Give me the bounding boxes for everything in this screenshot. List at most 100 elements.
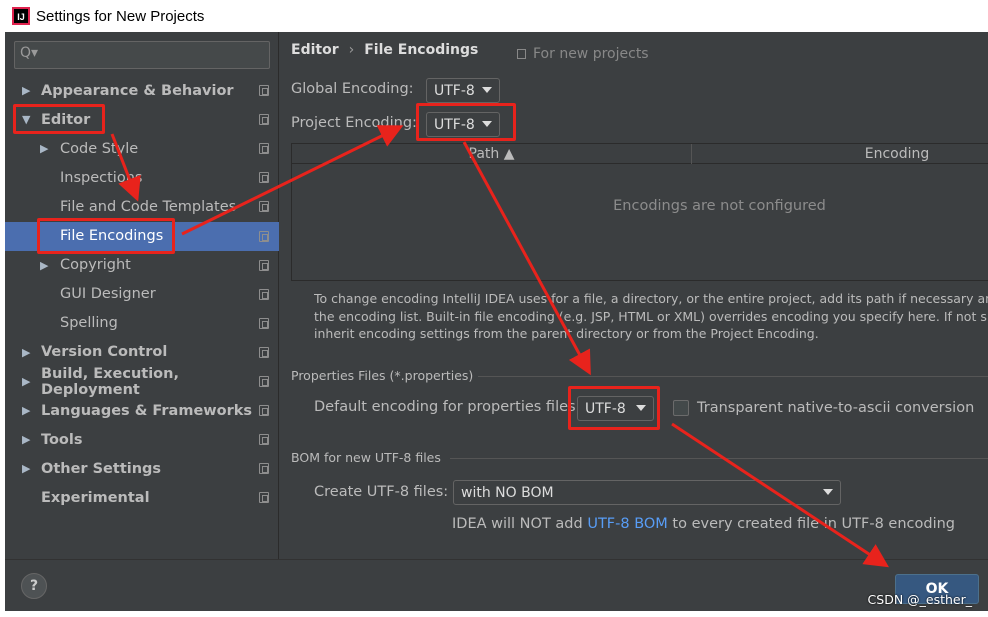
sidebar-item-gui-designer[interactable]: GUI Designer: [5, 280, 279, 309]
settings-sidebar: Q▾ ▶ Appearance & Behavior ▼ Editor ▶ Code St…: [5, 32, 279, 559]
properties-encoding-value: UTF-8: [585, 400, 626, 417]
sidebar-item-inspections[interactable]: Inspections: [5, 163, 279, 192]
bom-info-text: IDEA will NOT add UTF-8 BOM to every cre…: [452, 516, 955, 532]
help-line: the encoding list. Built-in file encodin…: [314, 308, 988, 324]
sidebar-item-build-execution-deployment[interactable]: ▶ Build, Execution, Deployment: [5, 365, 279, 398]
chevron-right-icon[interactable]: ▶: [22, 84, 34, 97]
breadcrumb-parent[interactable]: Editor: [291, 42, 339, 58]
properties-encoding-select[interactable]: UTF-8: [577, 396, 654, 421]
bom-select[interactable]: with NO BOM: [453, 480, 841, 505]
project-encoding-label: Project Encoding:: [291, 115, 417, 131]
bom-section-title: BOM for new UTF-8 files: [291, 450, 441, 465]
sidebar-item-experimental[interactable]: Experimental: [5, 483, 279, 512]
copy-scope-icon: [259, 376, 269, 387]
copy-scope-icon: [259, 492, 269, 504]
sidebar-item-version-control[interactable]: ▶ Version Control: [5, 338, 279, 367]
encoding-help-text: To change encoding IntelliJ IDEA uses fo…: [314, 290, 988, 343]
settings-dialog: Q▾ ▶ Appearance & Behavior ▼ Editor ▶ Code St…: [5, 32, 988, 611]
file-encodings-panel: Editor › File Encodings For new projects…: [280, 32, 988, 559]
sidebar-item-copyright[interactable]: ▶ Copyright: [5, 251, 279, 280]
scope-note-label: For new projects: [533, 46, 649, 62]
dialog-footer: ? OK: [5, 559, 988, 611]
sidebar-item-appearance-behavior[interactable]: ▶ Appearance & Behavior: [5, 76, 279, 105]
copy-scope-icon: [259, 85, 269, 96]
breadcrumb-current: File Encodings: [364, 42, 479, 58]
sidebar-item-editor[interactable]: ▼ Editor: [5, 105, 279, 134]
csdn-watermark: CSDN @_esther_: [867, 592, 972, 607]
chevron-right-icon[interactable]: ▶: [40, 142, 52, 155]
chevron-down-icon: [636, 405, 646, 411]
copy-scope-icon: [259, 463, 269, 475]
copy-scope-icon: [259, 259, 269, 271]
settings-search-input[interactable]: Q▾: [14, 41, 270, 69]
help-line: inherit encoding settings from the paren…: [314, 326, 819, 341]
bom-select-value: with NO BOM: [461, 484, 554, 501]
encoding-column-header[interactable]: Encoding: [692, 144, 988, 164]
chevron-right-icon[interactable]: ▶: [40, 259, 52, 272]
sidebar-item-label: Build, Execution, Deployment: [41, 365, 179, 398]
sidebar-item-file-encodings[interactable]: File Encodings: [5, 221, 279, 251]
sidebar-item-label: Languages & Frameworks: [41, 402, 253, 419]
properties-section-title: Properties Files (*.properties): [291, 368, 474, 383]
native-to-ascii-checkbox[interactable]: [673, 400, 689, 416]
sidebar-item-other-settings[interactable]: ▶ Other Settings: [5, 454, 279, 483]
global-encoding-value: UTF-8: [434, 82, 475, 99]
table-empty-text: Encodings are not configured: [613, 198, 826, 214]
sidebar-item-label: File and Code Templates: [60, 198, 237, 215]
project-encoding-value: UTF-8: [434, 116, 475, 133]
global-encoding-label: Global Encoding:: [291, 81, 414, 97]
copy-scope-icon: [259, 405, 269, 417]
sidebar-item-label: Spelling: [60, 315, 118, 332]
sidebar-item-label: Code Style: [60, 140, 139, 157]
sidebar-item-label: Editor: [41, 111, 91, 128]
chevron-right-icon[interactable]: ▶: [22, 375, 34, 388]
chevron-right-icon[interactable]: ▶: [22, 462, 34, 475]
copy-scope-icon: [259, 114, 269, 126]
utf8-bom-link[interactable]: UTF-8 BOM: [587, 516, 668, 532]
chevron-right-icon[interactable]: ▶: [22, 404, 34, 417]
path-encoding-table[interactable]: Path ▲ Encoding Encodings are not config…: [291, 143, 988, 281]
copy-scope-icon: [259, 434, 269, 446]
scope-note: For new projects: [517, 46, 649, 62]
sidebar-item-label: Other Settings: [41, 460, 162, 477]
help-button[interactable]: ?: [21, 573, 47, 599]
chevron-down-icon: [482, 87, 492, 93]
chevron-down-icon: [482, 121, 492, 127]
global-encoding-select[interactable]: UTF-8: [426, 78, 500, 103]
sidebar-item-label: Version Control: [41, 344, 168, 361]
chevron-right-icon[interactable]: ▶: [22, 433, 34, 446]
chevron-down-icon[interactable]: ▼: [22, 113, 34, 126]
sidebar-item-label: Experimental: [41, 489, 150, 506]
properties-default-label: Default encoding for properties files:: [314, 399, 581, 415]
copy-scope-icon: [259, 230, 269, 242]
search-icon: Q▾: [20, 45, 39, 61]
sidebar-item-file-and-code-templates[interactable]: File and Code Templates: [5, 192, 279, 221]
native-to-ascii-label[interactable]: Transparent native-to-ascii conversion: [697, 400, 974, 416]
intellij-app-icon: IJ: [12, 7, 30, 25]
breadcrumb-separator: ›: [348, 42, 355, 58]
sidebar-item-label: Appearance & Behavior: [41, 82, 234, 99]
sidebar-item-tools[interactable]: ▶ Tools: [5, 425, 279, 454]
section-divider: [478, 376, 988, 377]
sidebar-item-languages-frameworks[interactable]: ▶ Languages & Frameworks: [5, 396, 279, 425]
help-line: To change encoding IntelliJ IDEA uses fo…: [314, 291, 988, 306]
copy-scope-icon: [259, 346, 269, 358]
chevron-down-icon: [823, 489, 833, 495]
sidebar-item-label: Tools: [41, 431, 83, 448]
copy-scope-icon: [517, 49, 526, 59]
breadcrumb: Editor › File Encodings: [291, 42, 478, 58]
copy-scope-icon: [259, 143, 269, 155]
window-titlebar: IJ Settings for New Projects: [0, 0, 988, 32]
sidebar-item-label: Copyright: [60, 257, 131, 274]
path-column-header[interactable]: Path ▲: [292, 144, 692, 164]
section-divider: [450, 458, 988, 459]
bom-info-suffix: to every created file in UTF-8 encoding: [667, 516, 955, 532]
copy-scope-icon: [259, 288, 269, 300]
sidebar-item-spelling[interactable]: Spelling: [5, 309, 279, 338]
chevron-right-icon[interactable]: ▶: [22, 346, 34, 359]
project-encoding-select[interactable]: UTF-8: [426, 112, 500, 137]
sidebar-item-code-style[interactable]: ▶ Code Style: [5, 134, 279, 163]
sidebar-item-label: Inspections: [60, 169, 143, 186]
table-header: Path ▲ Encoding: [292, 144, 988, 164]
create-utf8-label: Create UTF-8 files:: [314, 484, 449, 500]
